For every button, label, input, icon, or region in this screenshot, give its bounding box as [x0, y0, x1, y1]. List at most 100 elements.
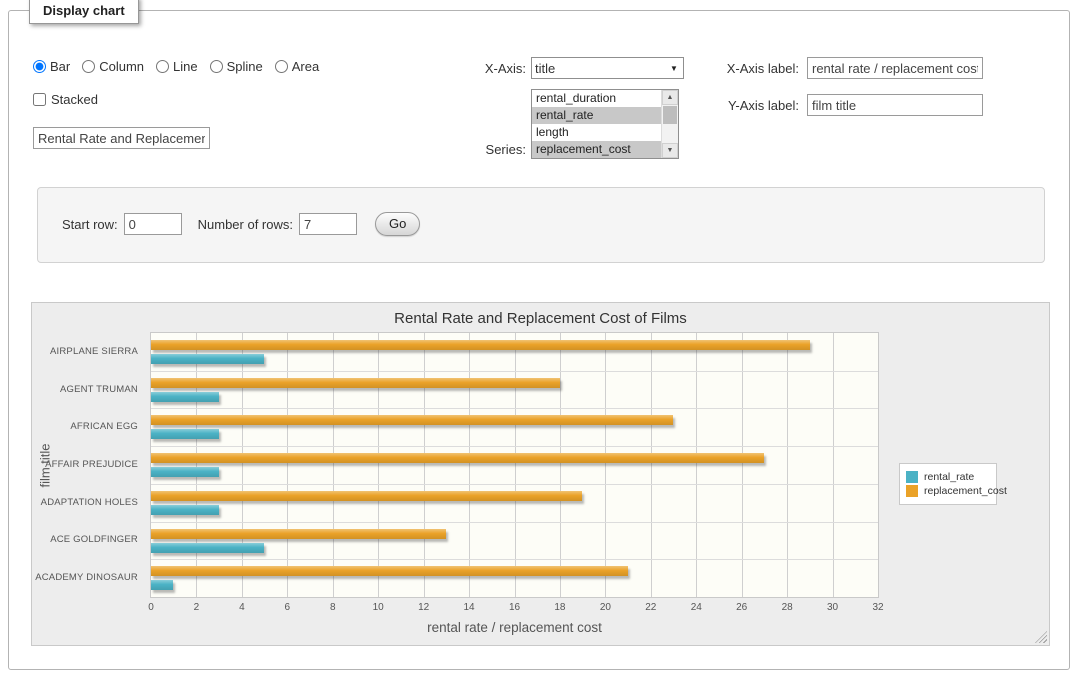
chart-type-radio-column[interactable]: [82, 60, 95, 73]
x-tick-label: 14: [464, 602, 475, 613]
x-tick-label: 16: [509, 602, 520, 613]
x-tick-label: 6: [285, 602, 291, 613]
legend-row-rental_rate: rental_rate: [906, 471, 990, 483]
chart-type-option-line[interactable]: Line: [156, 59, 198, 74]
gridline-vertical: [424, 333, 425, 597]
chart-legend: rental_ratereplacement_cost: [899, 463, 997, 505]
chart-type-label-column: Column: [99, 59, 144, 74]
gridline-vertical: [196, 333, 197, 597]
display-chart-panel: Display chart BarColumnLineSplineArea St…: [8, 10, 1070, 670]
x-tick-label: 22: [645, 602, 656, 613]
y-axis-label-input[interactable]: [807, 94, 983, 116]
chart-type-label-line: Line: [173, 59, 198, 74]
chart-type-radio-area[interactable]: [275, 60, 288, 73]
gridline-vertical: [469, 333, 470, 597]
chart-type-radio-bar[interactable]: [33, 60, 46, 73]
chart-title-input[interactable]: [33, 127, 210, 149]
gridline-vertical: [605, 333, 606, 597]
x-axis-label-label: X-Axis label:: [649, 61, 799, 76]
chart-type-radio-line[interactable]: [156, 60, 169, 73]
legend-swatch-replacement_cost: [906, 485, 918, 497]
series-option-rental_rate[interactable]: rental_rate: [532, 107, 661, 124]
bar-replacement_cost: [151, 529, 446, 539]
x-tick-label: 2: [194, 602, 200, 613]
bar-rental_rate: [151, 467, 219, 477]
gridline-vertical: [742, 333, 743, 597]
chart-type-option-spline[interactable]: Spline: [210, 59, 263, 74]
series-label: Series:: [446, 142, 526, 157]
gridline-horizontal: [151, 522, 878, 523]
x-tick-label: 30: [827, 602, 838, 613]
chart-container: Rental Rate and Replacement Cost of Film…: [31, 302, 1050, 646]
chart-type-option-bar[interactable]: Bar: [33, 59, 70, 74]
legend-swatch-rental_rate: [906, 471, 918, 483]
bar-rental_rate: [151, 429, 219, 439]
series-option-rental_duration[interactable]: rental_duration: [532, 90, 661, 107]
gridline-horizontal: [151, 446, 878, 447]
chart-type-radio-spline[interactable]: [210, 60, 223, 73]
stacked-option[interactable]: Stacked: [33, 92, 98, 107]
start-row-label: Start row:: [62, 217, 118, 232]
chart-type-option-column[interactable]: Column: [82, 59, 144, 74]
rows-form-row: Start row: Number of rows: Go: [62, 212, 420, 236]
gridline-vertical: [378, 333, 379, 597]
bar-replacement_cost: [151, 415, 673, 425]
x-axis-select-label: X-Axis:: [446, 61, 526, 76]
bar-replacement_cost: [151, 453, 764, 463]
bar-rental_rate: [151, 580, 173, 590]
gridline-horizontal: [151, 408, 878, 409]
x-tick-label: 4: [239, 602, 245, 613]
number-of-rows-label: Number of rows:: [198, 217, 293, 232]
rows-form: Start row: Number of rows: Go: [37, 187, 1045, 263]
x-tick-label: 0: [148, 602, 154, 613]
x-axis-label-input[interactable]: [807, 57, 983, 79]
go-button[interactable]: Go: [375, 212, 420, 236]
gridline-vertical: [833, 333, 834, 597]
gridline-vertical: [787, 333, 788, 597]
scroll-down-icon[interactable]: ▼: [662, 143, 678, 158]
gridline-horizontal: [151, 484, 878, 485]
gridline-vertical: [333, 333, 334, 597]
number-of-rows-input[interactable]: [299, 213, 357, 235]
series-options: rental_durationrental_ratelengthreplacem…: [532, 90, 661, 158]
stacked-label: Stacked: [51, 92, 98, 107]
bar-replacement_cost: [151, 378, 560, 388]
stacked-checkbox[interactable]: [33, 93, 46, 106]
bar-replacement_cost: [151, 491, 582, 501]
bar-rental_rate: [151, 392, 219, 402]
x-tick-label: 28: [782, 602, 793, 613]
bar-replacement_cost: [151, 566, 628, 576]
chart-title: Rental Rate and Replacement Cost of Film…: [32, 310, 1049, 327]
y-axis-title-wrap: film title: [32, 332, 58, 598]
legend-label-replacement_cost: replacement_cost: [924, 485, 1007, 497]
chart-type-options: Bar Column Line Spline Area: [33, 59, 319, 74]
series-option-length[interactable]: length: [532, 124, 661, 141]
bar-rental_rate: [151, 354, 264, 364]
x-tick-label: 12: [418, 602, 429, 613]
x-axis-ticks: 02468101214161820222426283032: [150, 602, 879, 616]
x-tick-label: 24: [691, 602, 702, 613]
y-axis-title: film title: [38, 443, 53, 487]
chart-type-label-spline: Spline: [227, 59, 263, 74]
plot-area: [150, 332, 879, 598]
bar-replacement_cost: [151, 340, 810, 350]
x-tick-label: 32: [872, 602, 883, 613]
gridline-vertical: [287, 333, 288, 597]
resize-handle[interactable]: [1035, 631, 1047, 643]
x-tick-label: 8: [330, 602, 336, 613]
panel-legend: Display chart: [29, 0, 139, 24]
gridline-horizontal: [151, 559, 878, 560]
x-tick-label: 10: [373, 602, 384, 613]
gridline-vertical: [515, 333, 516, 597]
series-option-replacement_cost[interactable]: replacement_cost: [532, 141, 661, 158]
start-row-input[interactable]: [124, 213, 182, 235]
gridline-vertical: [696, 333, 697, 597]
chart-type-label-area: Area: [292, 59, 319, 74]
x-tick-label: 26: [736, 602, 747, 613]
chart-type-option-area[interactable]: Area: [275, 59, 319, 74]
x-axis-title: rental rate / replacement cost: [150, 620, 879, 635]
gridline-horizontal: [151, 371, 878, 372]
chart-type-label-bar: Bar: [50, 59, 70, 74]
gridline-vertical: [651, 333, 652, 597]
bar-rental_rate: [151, 543, 264, 553]
